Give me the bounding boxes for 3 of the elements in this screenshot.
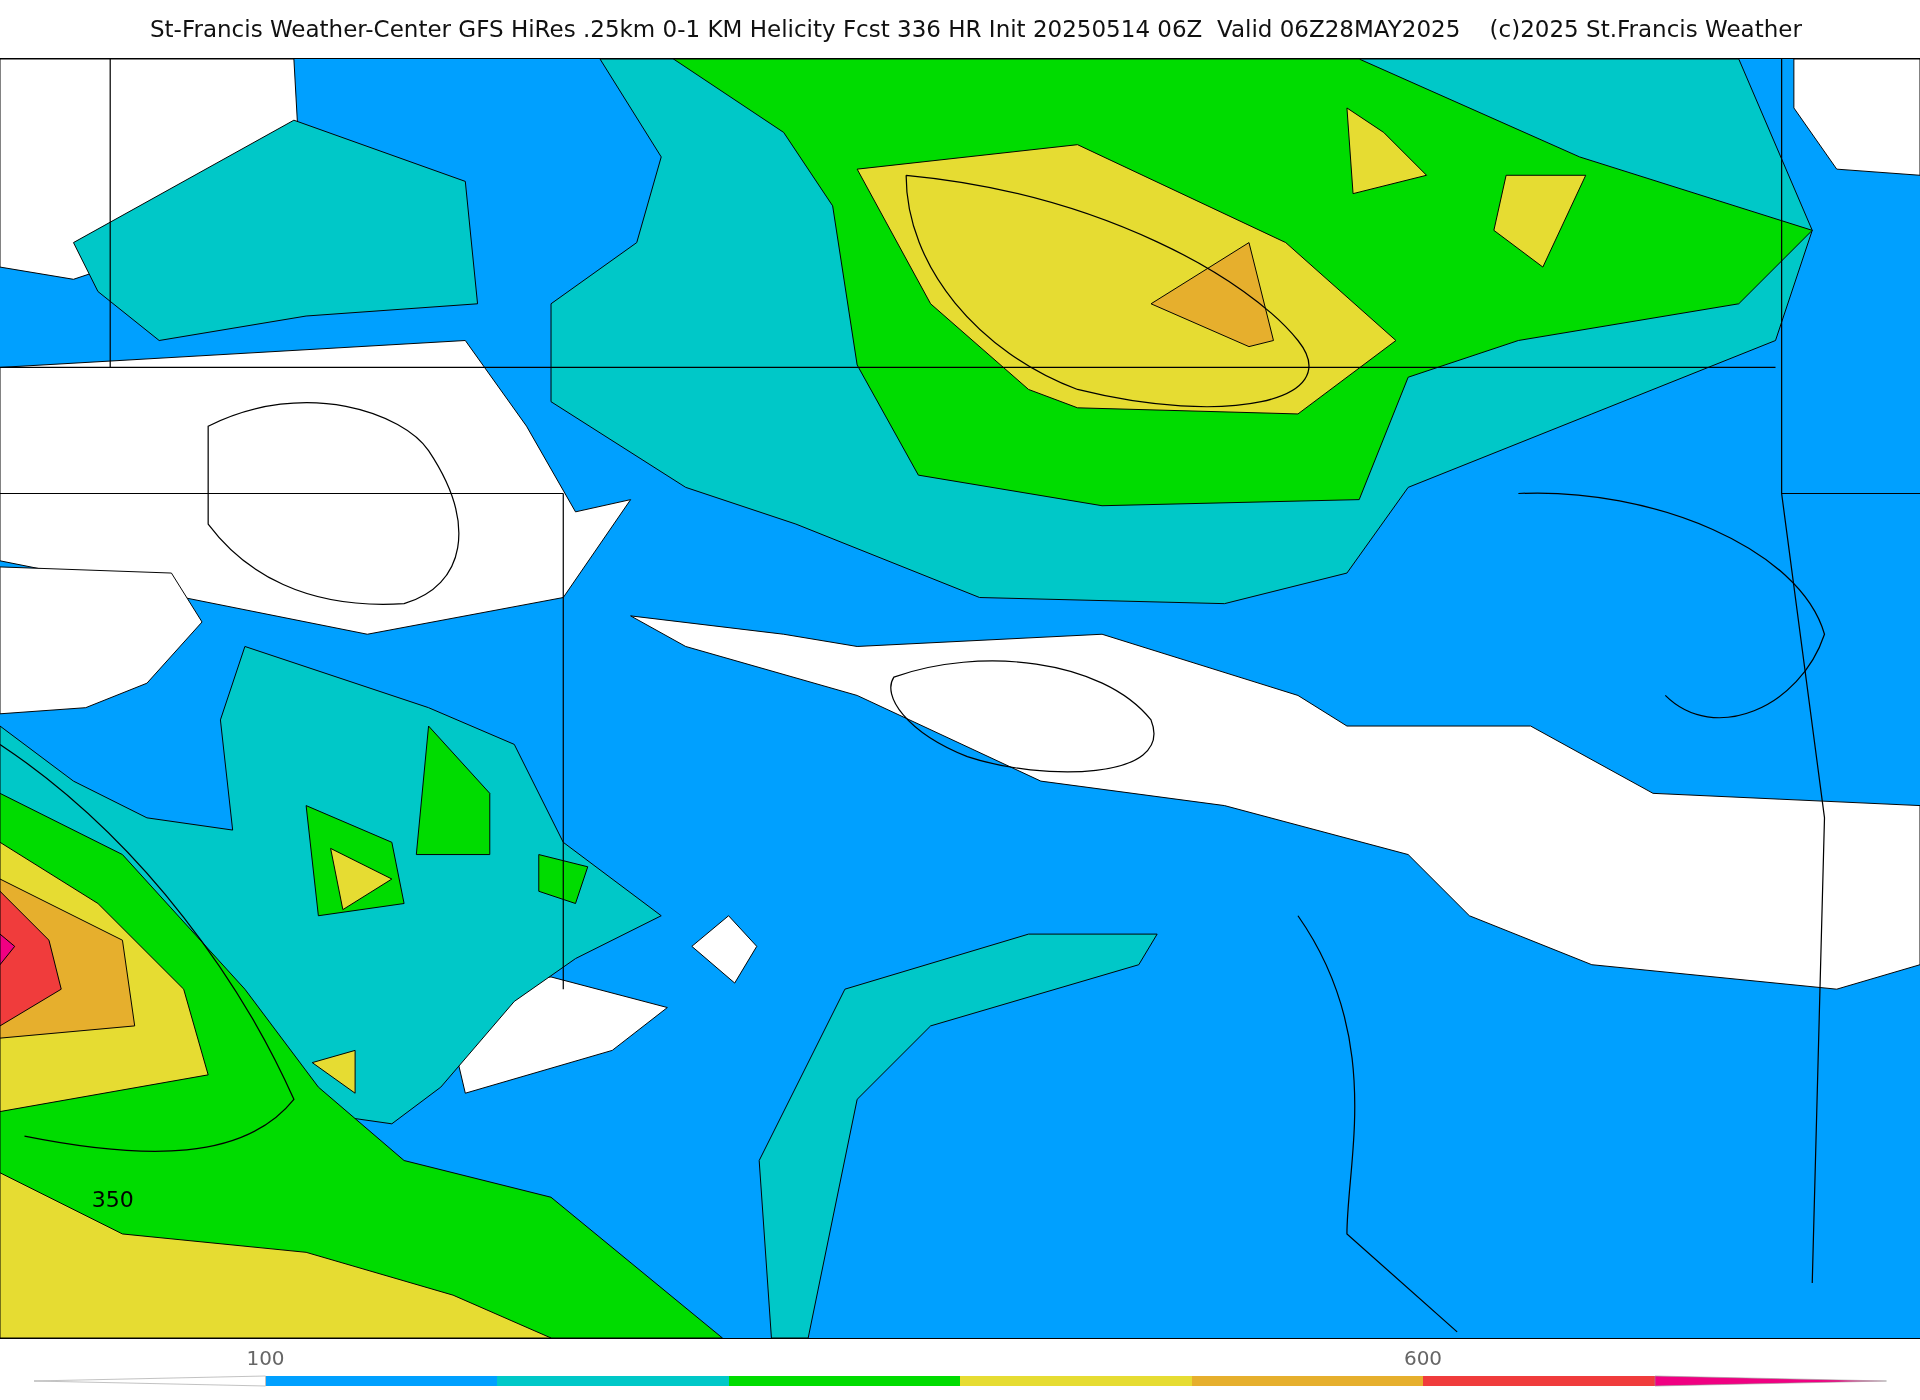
- colorbar-tick-label: 100: [246, 1346, 285, 1370]
- contour-label: 350: [91, 1187, 134, 1213]
- colorbar-tick-label: 600: [1403, 1346, 1443, 1370]
